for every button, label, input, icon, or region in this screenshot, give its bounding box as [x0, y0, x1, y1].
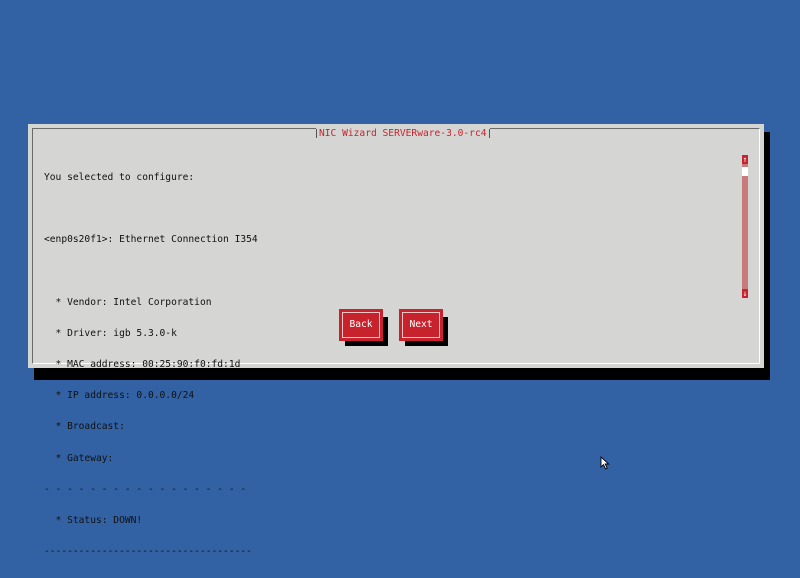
- content-line: * Gateway:: [44, 452, 114, 464]
- back-button-label: Back: [342, 312, 380, 338]
- content-line: * Broadcast:: [44, 421, 125, 433]
- scroll-thumb[interactable]: [742, 167, 748, 176]
- next-button[interactable]: Next: [399, 309, 443, 341]
- scroll-up-arrow-icon[interactable]: ↑: [742, 155, 748, 164]
- dialog-title: NIC Wizard SERVERware-3.0-rc4: [316, 128, 490, 139]
- nic-wizard-dialog: NIC Wizard SERVERware-3.0-rc4 You select…: [28, 124, 764, 557]
- content-line: [44, 204, 258, 214]
- mouse-pointer-icon: [600, 456, 610, 470]
- dialog-content: You selected to configure: <enp0s20f1>: …: [44, 152, 258, 578]
- content-line: * Driver: igb 5.3.0-k: [44, 327, 177, 339]
- content-line: * Vendor: Intel Corporation: [44, 296, 212, 308]
- content-line: <enp0s20f1>: Ethernet Connection I354: [44, 234, 258, 246]
- content-line: ------------------------------------: [44, 546, 252, 558]
- content-line: You selected to configure:: [44, 171, 195, 183]
- back-button[interactable]: Back: [339, 309, 383, 341]
- scroll-down-arrow-icon[interactable]: ↓: [742, 289, 748, 298]
- content-line: * IP address: 0.0.0.0/24: [44, 390, 195, 402]
- vertical-scrollbar[interactable]: ↑ ↓: [742, 155, 748, 298]
- content-line: [44, 266, 258, 276]
- content-line: * MAC address: 00:25:90:f0:fd:1d: [44, 359, 241, 371]
- content-line: * Status: DOWN!: [44, 515, 143, 527]
- next-button-label: Next: [402, 312, 440, 338]
- back-button-group: Back: [339, 309, 388, 346]
- content-line: - - - - - - - - - - - - - - - - - -: [44, 483, 247, 495]
- next-button-group: Next: [399, 309, 448, 346]
